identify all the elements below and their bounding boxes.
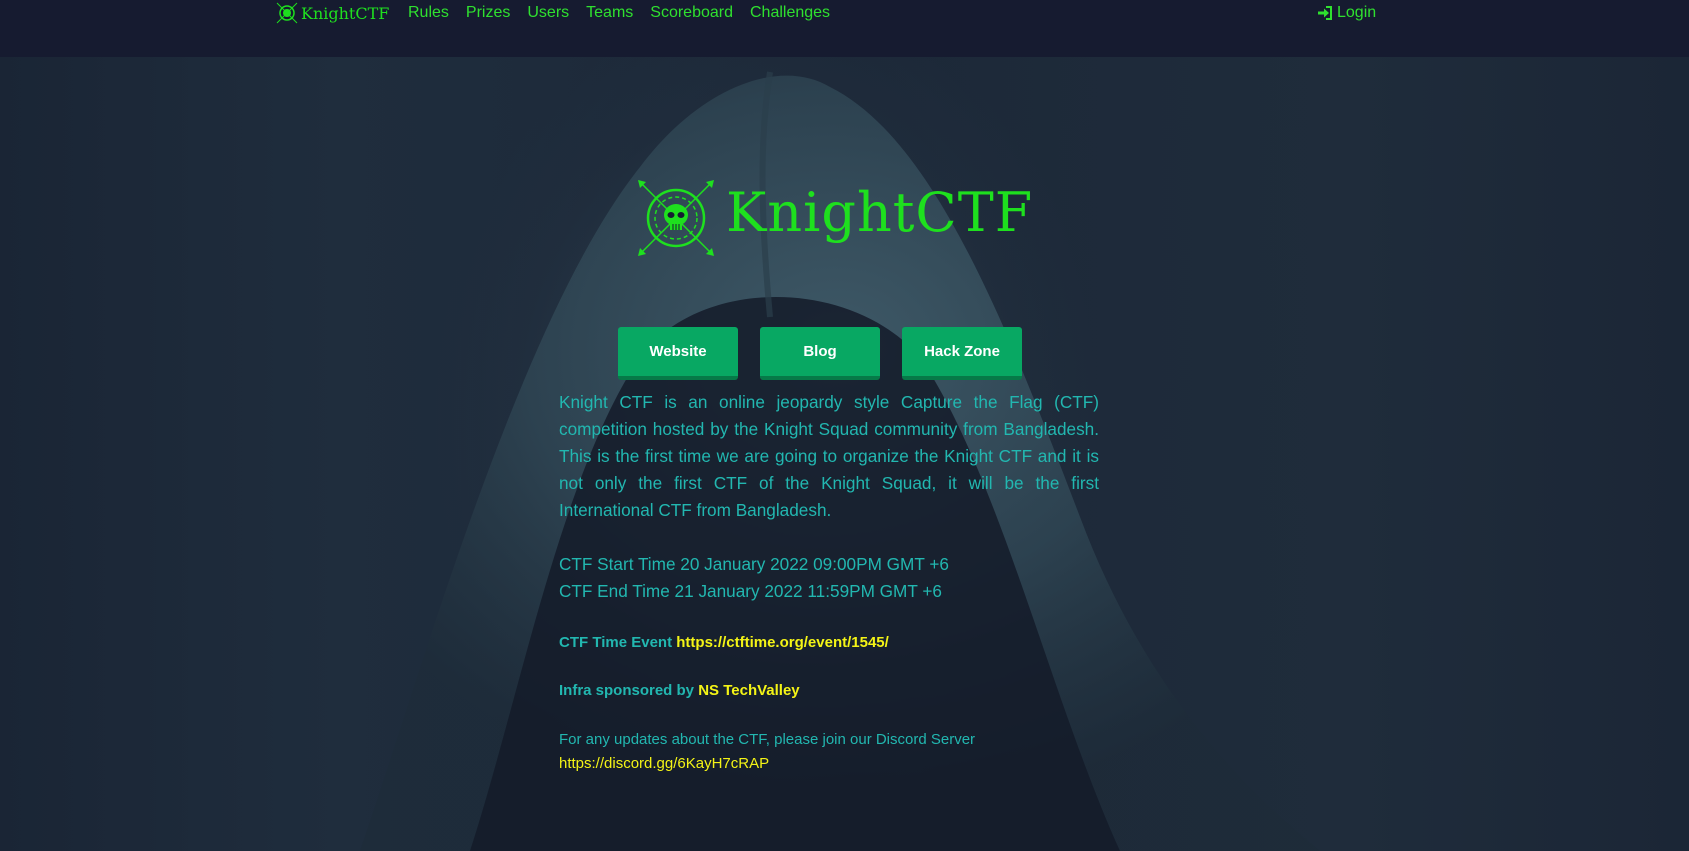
skull-emblem-icon	[276, 2, 298, 24]
hero-title: KnightCTF	[726, 180, 1034, 244]
ctf-description: Knight CTF is an online jeopardy style C…	[559, 392, 1099, 520]
discord-info: For any updates about the CTF, please jo…	[559, 728, 1099, 776]
nav-users[interactable]: Users	[527, 2, 569, 24]
end-time: CTF End Time 21 January 2022 11:59PM GMT…	[559, 581, 942, 601]
event-label: CTF Time Event	[559, 634, 673, 651]
nav-links: Rules Prizes Users Teams Scoreboard Chal…	[408, 2, 847, 24]
hero-logo: KnightCTF	[636, 178, 1033, 258]
sponsor-link[interactable]: NS TechValley	[698, 682, 799, 699]
event-link[interactable]: https://ctftime.org/event/1545/	[676, 634, 889, 651]
ctf-times: CTF Start Time 20 January 2022 09:00PM G…	[559, 551, 1099, 605]
nav-rules[interactable]: Rules	[408, 2, 449, 24]
blog-button[interactable]: Blog	[760, 327, 880, 380]
link-buttons: Website Blog Hack Zone	[618, 327, 1044, 380]
ctftime-event: CTF Time Event https://ctftime.org/event…	[559, 632, 1099, 654]
nav-teams[interactable]: Teams	[586, 2, 633, 24]
nav-scoreboard[interactable]: Scoreboard	[650, 2, 733, 24]
top-navbar: KnightCTF Rules Prizes Users Teams Score…	[0, 0, 1689, 57]
discord-link[interactable]: https://discord.gg/6KayH7cRAP	[559, 752, 1099, 776]
website-button[interactable]: Website	[618, 327, 738, 380]
navbar-brand[interactable]: KnightCTF	[276, 2, 389, 24]
nav-challenges[interactable]: Challenges	[750, 2, 830, 24]
start-time: CTF Start Time 20 January 2022 09:00PM G…	[559, 554, 949, 574]
sponsor-label: Infra sponsored by	[559, 682, 695, 699]
login-label: Login	[1337, 4, 1377, 21]
sign-in-icon	[1317, 5, 1333, 21]
page: KnightCTF Rules Prizes Users Teams Score…	[0, 0, 1689, 851]
login-link[interactable]: Login	[1317, 2, 1376, 24]
main-content: Knight CTF is an online jeopardy style C…	[559, 389, 1099, 776]
nav-prizes[interactable]: Prizes	[466, 2, 510, 24]
hack-zone-button[interactable]: Hack Zone	[902, 327, 1022, 380]
discord-text: For any updates about the CTF, please jo…	[559, 731, 976, 748]
skull-emblem-icon	[636, 178, 716, 258]
brand-label: KnightCTF	[301, 3, 390, 23]
sponsor: Infra sponsored by NS TechValley	[559, 680, 1099, 702]
